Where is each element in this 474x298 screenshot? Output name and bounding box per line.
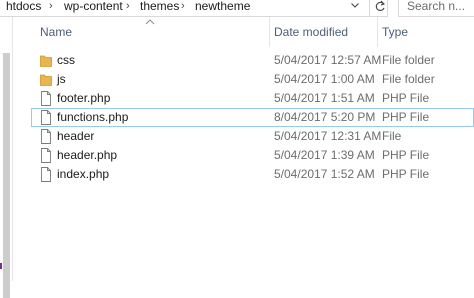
file-date: 8/04/2017 5:20 PM: [274, 110, 376, 124]
chevron-down-icon: [351, 3, 359, 8]
file-icon: [41, 110, 51, 125]
address-dropdown-button[interactable]: [346, 0, 364, 16]
file-type: PHP File: [382, 110, 430, 124]
navigation-scrollbar[interactable]: [3, 53, 10, 298]
file-date: 5/04/2017 1:00 AM: [274, 72, 375, 86]
file-name: js: [57, 72, 66, 86]
file-icon: [41, 129, 51, 144]
address-bar[interactable]: htdocs › wp-content › themes › newtheme: [0, 0, 388, 17]
file-name: functions.php: [57, 110, 129, 124]
column-headers: Name Date modified Type: [14, 17, 474, 47]
folder-icon: [40, 74, 52, 86]
file-date: 5/04/2017 1:39 AM: [274, 148, 375, 162]
folder-icon: [40, 55, 52, 67]
file-date: 5/04/2017 1:52 AM: [274, 167, 375, 181]
file-row[interactable]: css 5/04/2017 12:57 AM File folder: [31, 51, 474, 70]
file-row[interactable]: js 5/04/2017 1:00 AM File folder: [31, 70, 474, 89]
file-icon: [41, 167, 51, 182]
column-divider[interactable]: [377, 17, 378, 47]
file-row[interactable]: header.php 5/04/2017 1:39 AM PHP File: [31, 146, 474, 165]
search-placeholder: Search n...: [407, 0, 466, 13]
file-row[interactable]: footer.php 5/04/2017 1:51 AM PHP File: [31, 89, 474, 108]
column-divider[interactable]: [269, 17, 270, 47]
file-name: css: [57, 53, 75, 67]
breadcrumb-wp-content[interactable]: wp-content: [64, 0, 123, 15]
breadcrumb-htdocs[interactable]: htdocs: [6, 0, 41, 15]
sort-ascending-icon: [145, 19, 155, 25]
file-date: 5/04/2017 1:51 AM: [274, 91, 375, 105]
navigation-selection-marker: [0, 263, 2, 269]
breadcrumb-separator[interactable]: ›: [49, 0, 53, 15]
refresh-icon: [375, 0, 385, 11]
file-type: File folder: [382, 72, 435, 86]
file-row[interactable]: functions.php 8/04/2017 5:20 PM PHP File: [31, 108, 474, 127]
file-type: PHP File: [382, 91, 430, 105]
column-header-date-modified[interactable]: Date modified: [274, 22, 348, 42]
file-icon: [41, 91, 51, 106]
navigation-pane: [0, 17, 13, 298]
breadcrumb-separator[interactable]: ›: [126, 0, 130, 15]
file-type: PHP File: [382, 148, 430, 162]
search-box[interactable]: Search n...: [398, 0, 474, 17]
file-date: 5/04/2017 12:31 AM: [274, 129, 382, 143]
file-type: PHP File: [382, 167, 430, 181]
refresh-button[interactable]: [369, 0, 389, 16]
file-date: 5/04/2017 12:57 AM: [274, 53, 382, 67]
breadcrumb-themes[interactable]: themes: [140, 0, 179, 15]
breadcrumb-separator[interactable]: ›: [181, 0, 185, 15]
column-header-type[interactable]: Type: [382, 22, 408, 42]
file-type: File: [382, 129, 402, 143]
file-row[interactable]: index.php 5/04/2017 1:52 AM PHP File: [31, 165, 474, 184]
column-header-name[interactable]: Name: [40, 22, 72, 42]
file-name: index.php: [57, 167, 110, 181]
file-type: File folder: [382, 53, 435, 67]
file-icon: [41, 148, 51, 163]
file-name: header.php: [57, 148, 118, 162]
file-row[interactable]: header 5/04/2017 12:31 AM File: [31, 127, 474, 146]
breadcrumb-newtheme[interactable]: newtheme: [195, 0, 250, 15]
file-name: footer.php: [57, 91, 111, 105]
file-name: header: [57, 129, 95, 143]
